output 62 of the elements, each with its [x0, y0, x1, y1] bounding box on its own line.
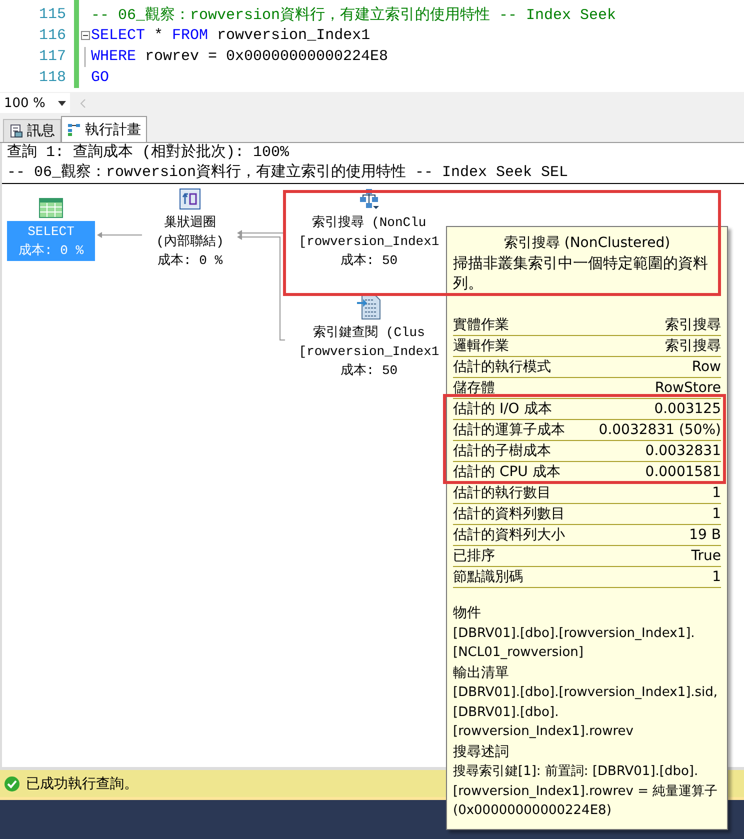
fold-guide-icon [84, 46, 86, 66]
property-name: 實體作業 [453, 316, 509, 335]
code-line: GO [91, 69, 110, 86]
section-text: [DBRV01].[dbo].[rowversion_Index1].[NCL01_rowversion] [453, 624, 696, 662]
hierarchy-icon[interactable] [358, 188, 380, 210]
operator-label[interactable]: 索引搜尋 (NonClu [rowversion_Index1 成本: 50 [298, 213, 440, 270]
section-heading: 輸出清單 [453, 664, 510, 682]
property-name: 估計的子樹成本 [453, 442, 551, 461]
loop-icon[interactable] [179, 188, 201, 210]
connector-arrow [97, 232, 142, 238]
collapse-icon[interactable] [80, 31, 90, 40]
property-name: 估計的 CPU 成本 [453, 463, 560, 482]
property-value: 0.0001581 [645, 463, 721, 482]
tooltip-title: 索引搜尋 (NonClustered) [502, 234, 672, 253]
property-name: 估計的執行數目 [453, 484, 551, 503]
property-value: 1 [712, 484, 721, 503]
tooltip-description: 掃描非叢集索引中一個特定範圍的資料列。 [453, 253, 709, 293]
section-text: 搜尋索引鍵[1]: 前置詞: [DBRV01].[dbo].[rowversion_Index1].rowrev = 純量運算子(0x00000000000224E8) [453, 763, 719, 820]
zoom-dropdown[interactable]: 100 % [0, 93, 70, 113]
property-name: 估計的資料列大小 [453, 526, 565, 545]
table-icon[interactable] [39, 198, 63, 218]
property-value: 1 [712, 505, 721, 524]
line-number: 118 [38, 68, 66, 88]
caret-icon [58, 100, 66, 106]
operator-label[interactable]: 巢狀迴圈 (內部聯結) 成本: 0 % [156, 213, 224, 270]
property-value: 19 B [689, 526, 721, 545]
plan-header-text: -- 06_觀察：rowversion資料行，有建立索引的使用特性 -- Index Seek SEL [6, 163, 570, 183]
property-name: 節點識別碼 [453, 568, 523, 587]
line-number: 117 [38, 47, 66, 67]
property-value: True [691, 547, 721, 566]
section-heading: 搜尋述詞 [453, 742, 510, 762]
plan-icon [67, 122, 81, 136]
property-name: 儲存體 [453, 379, 495, 398]
results-tab[interactable]: 執行計畫 [61, 116, 147, 142]
section-text: [DBRV01].[dbo].[rowversion_Index1].sid, [DBRV01].[dbo].[rowversion_Index1].rowrev [453, 684, 719, 741]
code-line: WHERE rowrev = 0x00000000000224E8 [91, 48, 388, 65]
property-name: 估計的執行模式 [453, 358, 551, 377]
results-tab[interactable]: 訊息 [3, 119, 61, 142]
property-name: 已排序 [453, 547, 495, 566]
plan-header-text: 查詢 1: 查詢成本 (相對於批次): 100% [6, 143, 290, 163]
property-name: 邏輯作業 [453, 337, 509, 356]
property-value: 1 [712, 568, 721, 587]
line-number: 116 [38, 26, 66, 46]
property-value: 0.0032831 (50%) [598, 421, 721, 440]
property-value: 索引搜尋 [665, 337, 721, 356]
property-name: 估計的運算子成本 [453, 421, 565, 440]
code-line: SELECT * FROM rowversion_Index1 [91, 27, 370, 44]
property-name: 估計的 I/O 成本 [453, 400, 552, 419]
check-icon [4, 776, 20, 792]
property-value: 0.003125 [654, 400, 721, 419]
binary-document-icon[interactable] [357, 294, 381, 320]
property-value: 索引搜尋 [665, 316, 721, 335]
document-icon [9, 124, 23, 138]
operator-label[interactable]: 索引鍵查閱 (Clus [rowversion_Index1 成本: 50 [298, 323, 440, 380]
line-number: 115 [38, 5, 66, 25]
property-value: Row [692, 358, 721, 377]
section-heading: 物件 [453, 604, 482, 623]
code-line: -- 06_觀察：rowversion資料行，有建立索引的使用特性 -- Index Seek [91, 5, 616, 24]
property-name: 估計的資料列數目 [453, 505, 565, 524]
status-text: 已成功執行查詢。 [26, 774, 138, 792]
property-value: RowStore [654, 379, 721, 398]
property-value: 0.0032831 [645, 442, 721, 461]
